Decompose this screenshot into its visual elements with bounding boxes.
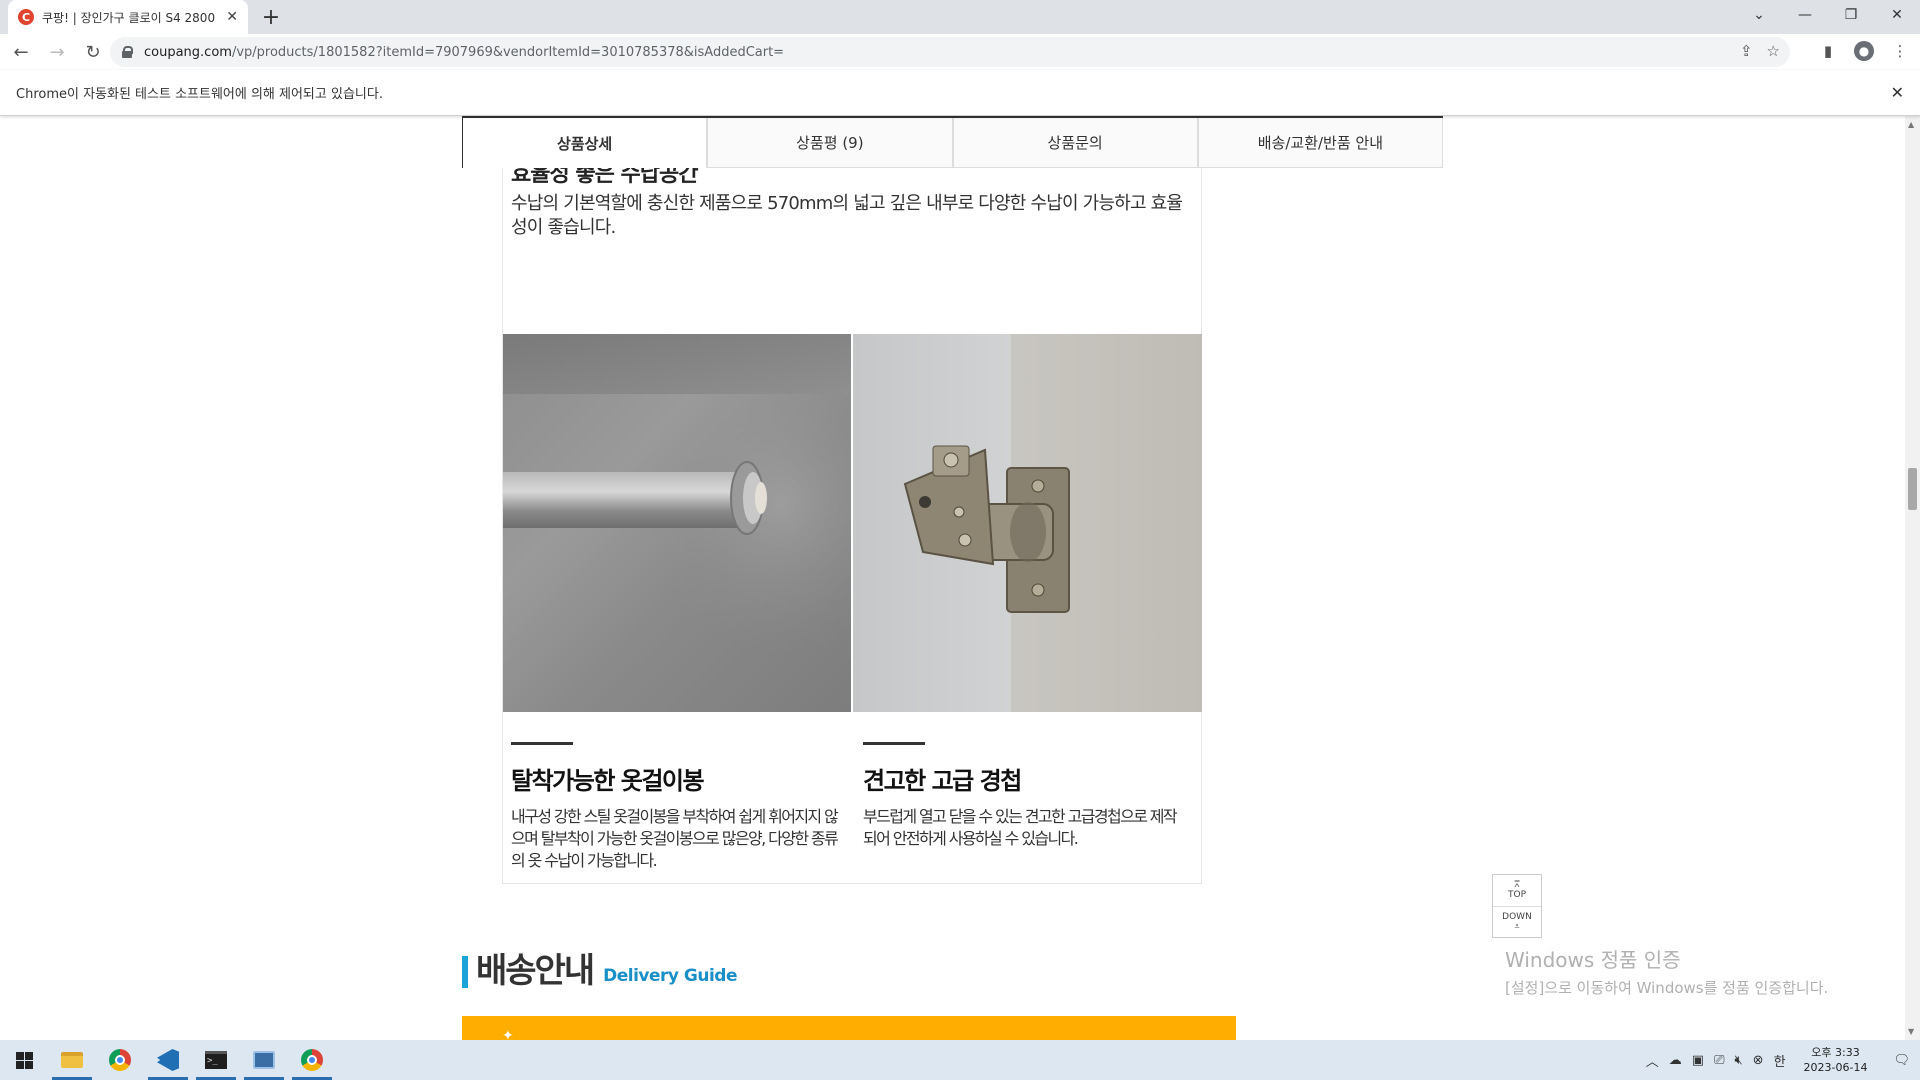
forward-button[interactable]: → [42, 37, 72, 67]
url-path: /vp/products/1801582?itemId=7907969&vend… [231, 44, 785, 60]
delivery-guide-heading: 배송안내 Delivery Guide [462, 954, 737, 988]
taskbar-chrome[interactable] [96, 1040, 144, 1080]
tray-app-icon[interactable]: ▣ [1692, 1053, 1704, 1068]
hanger-rod-photo [503, 334, 851, 712]
restore-button[interactable]: ❐ [1828, 0, 1874, 30]
clock-time: 오후 3:33 [1811, 1046, 1860, 1059]
onedrive-cloud-icon[interactable]: ☁ [1669, 1053, 1682, 1068]
feature-title: 탈착가능한 옷걸이봉 [511, 767, 705, 795]
scroll-down-arrow-icon[interactable]: ▼ [1908, 1027, 1914, 1036]
taskbar-vscode[interactable] [144, 1040, 192, 1080]
url-domain: coupang.com [144, 44, 232, 60]
reload-button[interactable]: ↻ [78, 37, 108, 67]
feature-title: 견고한 고급 경첩 [863, 767, 1022, 795]
taskbar-clock[interactable]: 오후 3:33 2023-06-14 [1804, 1045, 1868, 1075]
browser-tabstrip: C 쿠팡! | 장인가구 클로이 S4 2800 ✕ + ⌄ — ❐ ✕ [0, 0, 1920, 34]
tray-overflow-chevron-icon[interactable]: ︿ [1646, 1051, 1659, 1070]
profile-avatar-icon: ● [1854, 41, 1874, 61]
new-tab-button[interactable]: + [258, 4, 284, 30]
close-window-button[interactable]: ✕ [1874, 0, 1920, 30]
photo-wall-shade [503, 334, 851, 394]
delivery-banner: ✦ [462, 1016, 1236, 1040]
notification-center-icon[interactable]: 🗨︎ [1893, 1053, 1910, 1068]
hinge-photo [853, 334, 1202, 712]
side-panel-icon[interactable]: ▮ [1814, 37, 1842, 65]
product-detail-tabs: 상품상세 상품평 (9) 상품문의 배송/교환/반품 안내 [462, 116, 1443, 168]
browser-toolbar: ← → ↻ coupang.com/vp/products/1801582?it… [0, 34, 1920, 70]
scrollbar-thumb[interactable] [1908, 468, 1917, 510]
feature-description: 부드럽게 열고 닫을 수 있는 견고한 고급경첩으로 제작되어 안전하게 사용하… [863, 807, 1178, 848]
infobar-close-icon[interactable]: ✕ [1891, 83, 1904, 102]
down-label: DOWN [1502, 911, 1532, 922]
windows-taskbar: >_ ︿ ☁ ▣ ⎚ 🔇︎ ⊗ 한 오후 3:33 2023-06-14 🗨︎ [0, 1040, 1920, 1080]
vscode-icon [157, 1049, 179, 1071]
delivery-title-en: Delivery Guide [603, 966, 737, 986]
address-bar[interactable]: coupang.com/vp/products/1801582?itemId=7… [110, 37, 1790, 67]
taskbar-chrome-active[interactable] [288, 1040, 336, 1080]
feature-accent-bar [511, 742, 573, 745]
browser-tab[interactable]: C 쿠팡! | 장인가구 클로이 S4 2800 ✕ [8, 0, 248, 34]
lock-icon[interactable] [122, 46, 133, 58]
scroll-top-down-widget: ⩞ TOP DOWN ⩡ [1492, 874, 1542, 938]
top-label: TOP [1507, 890, 1526, 901]
delivery-title-ko: 배송안내 [476, 951, 595, 991]
clock-date: 2023-06-14 [1803, 1061, 1868, 1074]
folder-icon [61, 1052, 83, 1068]
feature-description: 내구성 강한 스틸 옷걸이봉을 부착하여 쉽게 휘어지지 않으며 탈부착이 가능… [511, 807, 839, 870]
watermark-title: Windows 정품 인증 [1505, 948, 1681, 972]
scroll-up-arrow-icon[interactable]: ▲ [1908, 120, 1914, 129]
tab-title: 쿠팡! | 장인가구 클로이 S4 2800 [42, 10, 216, 25]
network-icon[interactable]: ⎚ [1714, 1053, 1724, 1068]
feature-hinge: 견고한 고급 경첩 부드럽게 열고 닫을 수 있는 견고한 고급경첩으로 제작되… [863, 742, 1183, 850]
windows-activation-watermark: Windows 정품 인증 [설정]으로 이동하여 Windows를 정품 인증… [1505, 944, 1828, 998]
feature-accent-bar [863, 742, 925, 745]
automation-infobar: Chrome이 자동화된 테스트 소프트웨어에 의해 제어되고 있습니다. ✕ [0, 70, 1920, 116]
infobar-message: Chrome이 자동화된 테스트 소프트웨어에 의해 제어되고 있습니다. [16, 87, 383, 102]
hinge-illustration [903, 445, 1070, 613]
ime-indicator[interactable]: 한 [1774, 1051, 1786, 1070]
tray-status-icon[interactable]: ⊗ [1753, 1053, 1764, 1068]
profile-button[interactable]: ● [1850, 37, 1878, 65]
banner-icon: ✦ [502, 1028, 514, 1040]
page-scrollbar[interactable]: ▲ ▼ [1905, 116, 1920, 1040]
chrome-icon [301, 1049, 323, 1071]
terminal-icon: >_ [205, 1051, 227, 1069]
back-button[interactable]: ← [6, 37, 36, 67]
taskbar-terminal[interactable]: >_ [192, 1040, 240, 1080]
tab-search-icon[interactable]: ⌄ [1736, 0, 1782, 30]
page-viewport: 효율성 좋은 수납공간 수납의 기본역할에 충신한 제품으로 570mm의 넓고… [0, 116, 1905, 1040]
image-app-icon [253, 1051, 275, 1069]
minimize-button[interactable]: — [1782, 0, 1828, 30]
arrow-down-icon: ⩡ [1514, 921, 1520, 932]
volume-muted-icon[interactable]: 🔇︎ [1734, 1053, 1742, 1068]
feature-hanger-rod: 탈착가능한 옷걸이봉 내구성 강한 스틸 옷걸이봉을 부착하여 쉽게 휘어지지 … [511, 742, 841, 872]
heading-accent-bar [462, 956, 468, 988]
taskbar-file-explorer[interactable] [48, 1040, 96, 1080]
tab-shipping-returns[interactable]: 배송/교환/반품 안내 [1197, 118, 1443, 168]
windows-logo-icon [15, 1051, 33, 1069]
arrow-up-icon: ⩞ [1514, 880, 1520, 891]
coupang-favicon-icon: C [18, 9, 34, 25]
bookmark-star-icon[interactable]: ☆ [1767, 42, 1780, 60]
share-icon[interactable]: ⇪ [1740, 42, 1753, 60]
scroll-top-button[interactable]: ⩞ TOP [1493, 875, 1541, 906]
product-detail-content: 효율성 좋은 수납공간 수납의 기본역할에 충신한 제품으로 570mm의 넓고… [502, 116, 1202, 884]
watermark-subtitle: [설정]으로 이동하여 Windows를 정품 인증합니다. [1505, 979, 1829, 997]
window-controls: ⌄ — ❐ ✕ [1736, 0, 1920, 30]
taskbar-image-app[interactable] [240, 1040, 288, 1080]
tab-product-detail[interactable]: 상품상세 [462, 118, 708, 168]
tab-reviews[interactable]: 상품평 (9) [707, 118, 953, 168]
chrome-icon [109, 1049, 131, 1071]
tab-inquiries[interactable]: 상품문의 [952, 118, 1198, 168]
tab-close-icon[interactable]: ✕ [226, 9, 238, 25]
system-tray: ︿ ☁ ▣ ⎚ 🔇︎ ⊗ 한 오후 3:33 2023-06-14 🗨︎ [1646, 1040, 1920, 1080]
section-description: 수납의 기본역할에 충신한 제품으로 570mm의 넓고 깊은 내부로 다양한 … [511, 193, 1183, 238]
menu-kebab-icon[interactable]: ⋮ [1886, 37, 1914, 65]
scroll-down-button[interactable]: DOWN ⩡ [1493, 905, 1541, 938]
start-button[interactable] [0, 1040, 48, 1080]
